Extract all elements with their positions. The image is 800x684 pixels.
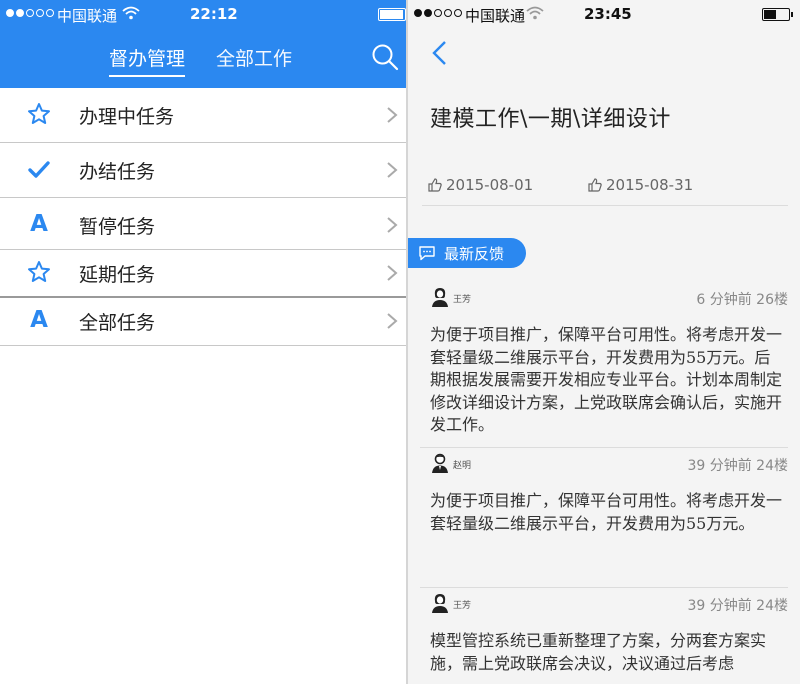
comment-item: 赵明 39 分钟前 24楼 为便于项目推广，保障平台可用性。将考虑开发一套轻量级… (420, 448, 788, 588)
letter-a-icon: A (30, 211, 48, 237)
star-outline-icon (28, 261, 50, 282)
comment-meta: 39 分钟前 24楼 (687, 598, 788, 614)
task-item-in-progress[interactable]: 办理中任务 (0, 88, 406, 143)
comment-header: 赵明 39 分钟前 24楼 (420, 448, 788, 482)
start-date: 2015-08-01 (428, 176, 533, 194)
battery-icon (762, 8, 793, 21)
male-avatar-icon (432, 453, 448, 473)
carrier-label: 中国联通 (57, 7, 118, 25)
start-date-text: 2015-08-01 (446, 176, 534, 194)
date-range: 2015-08-01 2015-08-31 (428, 176, 788, 206)
task-item-label: 暂停任务 (79, 216, 156, 238)
back-chevron-icon[interactable] (430, 40, 450, 66)
task-item-label: 办理中任务 (79, 106, 175, 128)
thumbs-up-icon (588, 178, 602, 192)
tab-bar: 督办管理 全部工作 (0, 44, 406, 78)
task-item-all[interactable]: A 全部任务 (0, 298, 406, 346)
chat-bubble-icon (419, 246, 435, 261)
comment-item: 王芳 39 分钟前 24楼 模型管控系统已重新整理了方案，分两套方案实施，需上党… (420, 588, 788, 684)
task-item-paused[interactable]: A 暂停任务 (0, 198, 406, 250)
checkmark-icon (28, 161, 50, 178)
task-list: 办理中任务 办结任务 A 暂停任务 延期任务 A 全部任务 (0, 88, 406, 346)
comment-body: 模型管控系统已重新整理了方案，分两套方案实施，需上党政联席会决议，决议通过后考虑 (430, 631, 767, 673)
comment-author: 赵明 (453, 461, 472, 471)
comment-header: 王芳 6 分钟前 26楼 (420, 282, 788, 316)
female-avatar-icon (432, 288, 448, 307)
tab-all-work[interactable]: 全部工作 (216, 44, 292, 75)
comment-meta: 6 分钟前 26楼 (696, 292, 788, 308)
right-screen: 中国联通 23:45 建模工作\一期\详细设计 2015-08-01 2015-… (408, 0, 800, 684)
chevron-right-icon (387, 217, 398, 233)
comment-item: 王芳 6 分钟前 26楼 为便于项目推广，保障平台可用性。将考虑开发一套轻量级二… (420, 282, 788, 448)
divider-line (422, 205, 788, 206)
chevron-right-icon (387, 313, 398, 329)
comment-body: 为便于项目推广，保障平台可用性。将考虑开发一套轻量级二维展示平台，开发费用为55… (430, 325, 783, 434)
signal-icon (6, 9, 54, 17)
task-item-completed[interactable]: 办结任务 (0, 143, 406, 198)
chevron-right-icon (387, 265, 398, 281)
wifi-icon (122, 6, 140, 20)
comment-author: 王芳 (453, 601, 472, 611)
comment-body: 为便于项目推广，保障平台可用性。将考虑开发一套轻量级二维展示平台，开发费用为55… (430, 491, 783, 533)
latest-feedback-button[interactable]: 最新反馈 (408, 238, 526, 268)
signal-icon (414, 9, 462, 17)
detail-title: 建模工作\一期\详细设计 (430, 107, 671, 132)
search-icon[interactable] (370, 42, 400, 72)
female-avatar-icon (432, 594, 448, 613)
thumbs-up-icon (428, 178, 442, 192)
top-bar: 中国联通 22:12 督办管理 全部工作 (0, 0, 409, 88)
task-item-delayed[interactable]: 延期任务 (0, 250, 406, 298)
carrier-label: 中国联通 (465, 7, 526, 25)
status-bar: 中国联通 23:45 (408, 0, 800, 30)
battery-icon (378, 8, 409, 21)
latest-feedback-label: 最新反馈 (444, 244, 505, 263)
task-item-label: 办结任务 (79, 161, 156, 183)
comment-meta: 39 分钟前 24楼 (687, 458, 788, 474)
end-date: 2015-08-31 (588, 176, 693, 194)
star-outline-icon (28, 103, 50, 124)
comment-header: 王芳 39 分钟前 24楼 (420, 588, 788, 622)
status-bar: 中国联通 22:12 (0, 0, 409, 30)
task-item-label: 全部任务 (79, 312, 156, 334)
wifi-icon (526, 6, 544, 20)
chevron-right-icon (387, 107, 398, 123)
comment-list: 王芳 6 分钟前 26楼 为便于项目推广，保障平台可用性。将考虑开发一套轻量级二… (408, 282, 800, 684)
letter-a-icon: A (30, 307, 48, 333)
status-time: 23:45 (584, 5, 632, 23)
comment-author: 王芳 (453, 295, 472, 305)
end-date-text: 2015-08-31 (606, 176, 694, 194)
left-screen: 中国联通 22:12 督办管理 全部工作 办理中任务 办结任务 A 暂停任务 延… (0, 0, 409, 684)
tab-supervise-management[interactable]: 督办管理 (109, 44, 186, 77)
status-time: 22:12 (190, 5, 238, 23)
chevron-right-icon (387, 162, 398, 178)
task-item-label: 延期任务 (79, 264, 156, 286)
